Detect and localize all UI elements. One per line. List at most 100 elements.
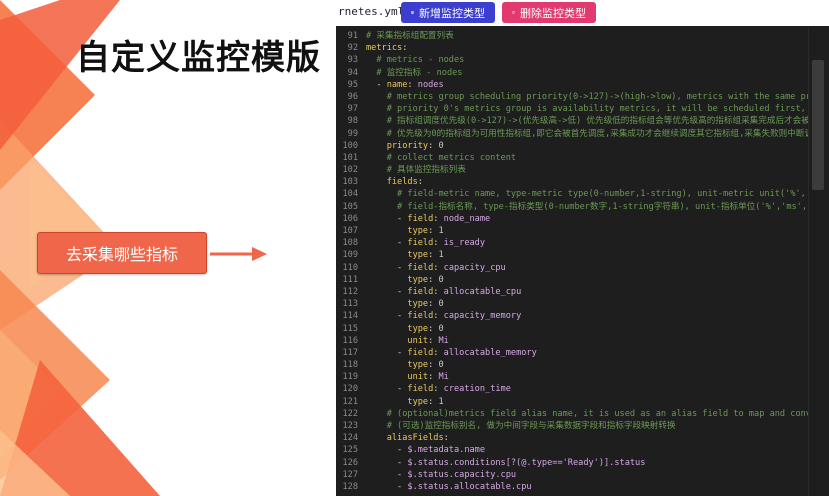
- code-token: :: [417, 177, 423, 188]
- code-line: 103 fields:: [336, 176, 808, 188]
- code-token: metrics: [366, 43, 403, 54]
- line-text: # metrics group scheduling priority(0->1…: [366, 91, 808, 103]
- line-number: 117: [342, 347, 358, 358]
- code-token: $.metadata.name: [407, 445, 486, 456]
- line-number: 125: [342, 445, 358, 456]
- code-line: 92 metrics:: [336, 42, 808, 54]
- code-token: is_ready: [443, 238, 486, 249]
- code-line: 98 # 指标组调度优先级(0->127)->(优先级高->低) 优先级低的指标…: [336, 115, 808, 127]
- line-text: unit: Mi: [366, 335, 448, 347]
- code-line: 114 - field: capacity_memory: [336, 310, 808, 322]
- code-line: 104 # field-metric name, type-metric typ…: [336, 188, 808, 200]
- code-line: 105 # field-指标名称, type-指标类型(0-number数字,1…: [336, 201, 808, 213]
- line-number: 100: [342, 140, 358, 151]
- file-tab[interactable]: rnetes.yml: [338, 5, 404, 18]
- code-lines: 91 # 采集指标组配置列表 92 metrics: 93 # metrics - no…: [336, 28, 808, 493]
- code-token: allocatable_memory: [443, 347, 537, 358]
- line-number: 95: [347, 79, 358, 90]
- line-text: # 指标组调度优先级(0->127)->(优先级高->低) 优先级低的指标组会等…: [366, 115, 808, 127]
- code-line: 106 - field: node_name: [336, 213, 808, 225]
- line-number: 123: [342, 421, 358, 431]
- code-line: 126 - $.status.conditions[?(@.type=='Rea…: [336, 457, 808, 469]
- delete-monitor-type-button[interactable]: 删除监控类型: [502, 2, 596, 23]
- line-number: 124: [342, 433, 358, 444]
- line-text: type: 0: [366, 359, 443, 371]
- line-number: 116: [342, 335, 358, 346]
- line-text: # (optional)metrics field alias name, it…: [366, 408, 808, 420]
- code-token: 0: [438, 140, 444, 151]
- line-number: 103: [342, 177, 358, 188]
- code-token: Mi: [438, 372, 449, 383]
- code-token: unit: [407, 372, 429, 383]
- code-line: 117 - field: allocatable_memory: [336, 347, 808, 359]
- code-line: 102 # 具体监控指标列表: [336, 164, 808, 176]
- code-line: 127 - $.status.capacity.cpu: [336, 469, 808, 481]
- code-token: type: [407, 323, 429, 334]
- code-content[interactable]: 91 # 采集指标组配置列表 92 metrics: 93 # metrics - no…: [336, 28, 808, 496]
- code-line: 125 - $.metadata.name: [336, 444, 808, 456]
- code-token: 1: [438, 250, 444, 261]
- code-token: # field-指标名称, type-指标类型(0-number数字,1-str…: [397, 201, 808, 212]
- code-token: field: [407, 311, 434, 322]
- line-number: 127: [342, 469, 358, 480]
- code-token: type: [407, 360, 429, 371]
- code-token: capacity_cpu: [443, 262, 506, 273]
- code-token: :: [433, 347, 444, 358]
- line-number: 110: [342, 262, 358, 273]
- line-number: 102: [342, 165, 358, 176]
- code-line: 93 # metrics - nodes: [336, 54, 808, 66]
- code-token: # metrics group scheduling priority(0->1…: [386, 91, 808, 102]
- line-number: 118: [342, 360, 358, 371]
- line-number: 92: [347, 43, 358, 54]
- line-text: - field: allocatable_memory: [366, 347, 537, 359]
- line-number: 107: [342, 226, 358, 236]
- slide-title: 自定义监控模版: [76, 38, 321, 78]
- code-token: creation_time: [443, 384, 511, 395]
- editor-scrollbar-thumb[interactable]: [812, 60, 824, 190]
- code-token: # metrics - nodes: [376, 55, 465, 66]
- line-text: - field: node_name: [366, 213, 490, 225]
- trash-icon: [512, 11, 515, 14]
- code-line: 97 # priority 0's metrics group is avail…: [336, 103, 808, 115]
- code-line: 112 - field: allocatable_cpu: [336, 286, 808, 298]
- add-monitor-type-button[interactable]: 新增监控类型: [401, 2, 495, 23]
- code-line: 122 # (optional)metrics field alias name…: [336, 408, 808, 420]
- code-token: :: [402, 43, 408, 54]
- line-text: - field: is_ready: [366, 237, 485, 249]
- code-line: 110 - field: capacity_cpu: [336, 262, 808, 274]
- line-text: # field-指标名称, type-指标类型(0-number数字,1-str…: [366, 201, 808, 213]
- code-token: :: [433, 238, 444, 249]
- code-token: aliasFields: [386, 433, 444, 444]
- line-text: # collect metrics content: [366, 152, 516, 164]
- code-token: $.status.conditions[?(@.type=='Ready')].…: [407, 457, 646, 468]
- code-line: 91 # 采集指标组配置列表: [336, 30, 808, 42]
- code-token: node_name: [443, 213, 491, 224]
- code-token: type: [407, 396, 429, 407]
- line-number: 98: [347, 116, 358, 127]
- code-token: -: [366, 457, 408, 468]
- code-token: field: [407, 262, 434, 273]
- code-token: # 指标组调度优先级(0->127)->(优先级高->低) 优先级低的指标组会等…: [386, 116, 808, 127]
- line-text: - field: capacity_memory: [366, 310, 521, 322]
- line-number: 114: [342, 311, 358, 322]
- code-token: -: [366, 384, 408, 395]
- save-icon: [411, 11, 414, 14]
- line-text: type: 0: [366, 298, 443, 310]
- code-token: field: [407, 384, 434, 395]
- code-token: # (可选)监控指标别名, 做为中间字段与采集数据字段和指标字段映射转换: [386, 421, 676, 431]
- line-text: - $.metadata.name: [366, 444, 485, 456]
- code-token: fields: [386, 177, 418, 188]
- code-token: field: [407, 347, 434, 358]
- line-text: # 监控指标 - nodes: [366, 67, 462, 79]
